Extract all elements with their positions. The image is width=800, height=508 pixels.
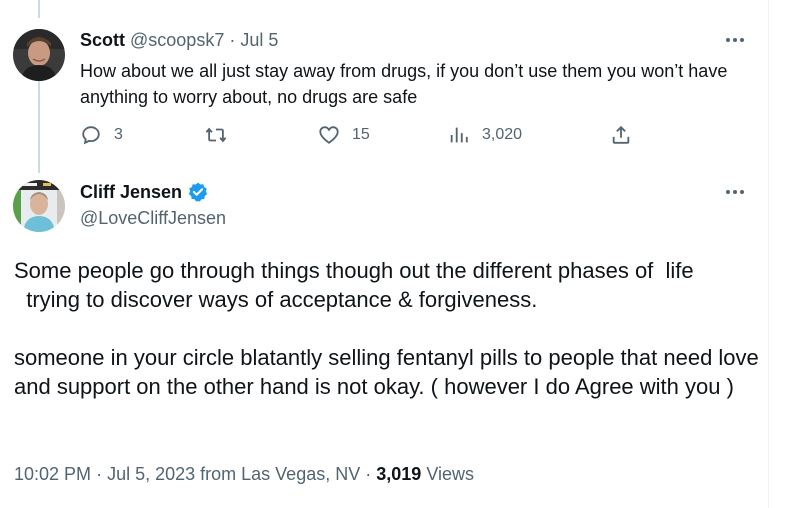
retweet-button[interactable] xyxy=(204,124,240,146)
views-button[interactable]: 3,020 xyxy=(448,124,522,146)
separator-dot: · xyxy=(229,30,236,50)
tweet-paragraph-2: someone in your circle blatantly selling… xyxy=(14,345,765,399)
like-count: 15 xyxy=(352,126,370,143)
tweet-time[interactable]: 10:02 PM xyxy=(14,464,91,484)
views-chart-icon xyxy=(450,127,468,143)
reply-count: 3 xyxy=(114,126,123,143)
more-icon[interactable] xyxy=(720,182,750,202)
reply-tweet-header: Scott @scoopsk7 · Jul 5 xyxy=(80,29,278,51)
separator-dot: · xyxy=(365,464,372,484)
views-label: Views xyxy=(426,464,475,484)
reply-button[interactable]: 3 xyxy=(80,124,123,146)
thread-line xyxy=(38,70,40,173)
separator-dot: · xyxy=(96,464,103,484)
author-name[interactable]: Scott xyxy=(80,30,125,50)
avatar-cliff-jensen[interactable] xyxy=(13,180,65,232)
avatar-image xyxy=(13,180,65,232)
tweet-paragraph-1: Some people go through things though out… xyxy=(14,258,694,312)
author-name[interactable]: Cliff Jensen xyxy=(80,180,182,204)
avatar-scott[interactable] xyxy=(13,29,65,81)
reply-tweet-text: How about we all just stay away from dru… xyxy=(80,61,728,107)
main-tweet-text: Some people go through things though out… xyxy=(14,256,759,401)
thread-line-top xyxy=(38,0,40,18)
more-icon[interactable] xyxy=(720,30,750,50)
verified-badge-icon[interactable] xyxy=(187,181,209,203)
verified-badge-shape xyxy=(188,182,208,202)
heart-icon xyxy=(319,126,339,144)
views-count: 3,019 xyxy=(376,464,422,484)
reply-icon xyxy=(82,126,100,145)
author-handle[interactable]: @LoveCliffJensen xyxy=(80,207,226,229)
views-count: 3,020 xyxy=(482,126,523,143)
tweet-date[interactable]: Jul 5 xyxy=(240,30,278,50)
tweet-date-location[interactable]: Jul 5, 2023 from Las Vegas, NV xyxy=(107,464,360,484)
reply-tweet-actions: 3 15 3,020 xyxy=(80,124,640,148)
column-border xyxy=(768,0,769,508)
avatar-image xyxy=(13,29,65,81)
retweet-icon xyxy=(205,127,227,143)
share-button[interactable] xyxy=(610,124,632,146)
like-button[interactable]: 15 xyxy=(318,124,370,146)
main-tweet-author: Cliff Jensen xyxy=(80,180,209,204)
share-icon xyxy=(612,125,630,144)
tweet-metadata: 10:02 PM · Jul 5, 2023 from Las Vegas, N… xyxy=(14,462,474,486)
author-handle[interactable]: @scoopsk7 xyxy=(130,30,224,50)
